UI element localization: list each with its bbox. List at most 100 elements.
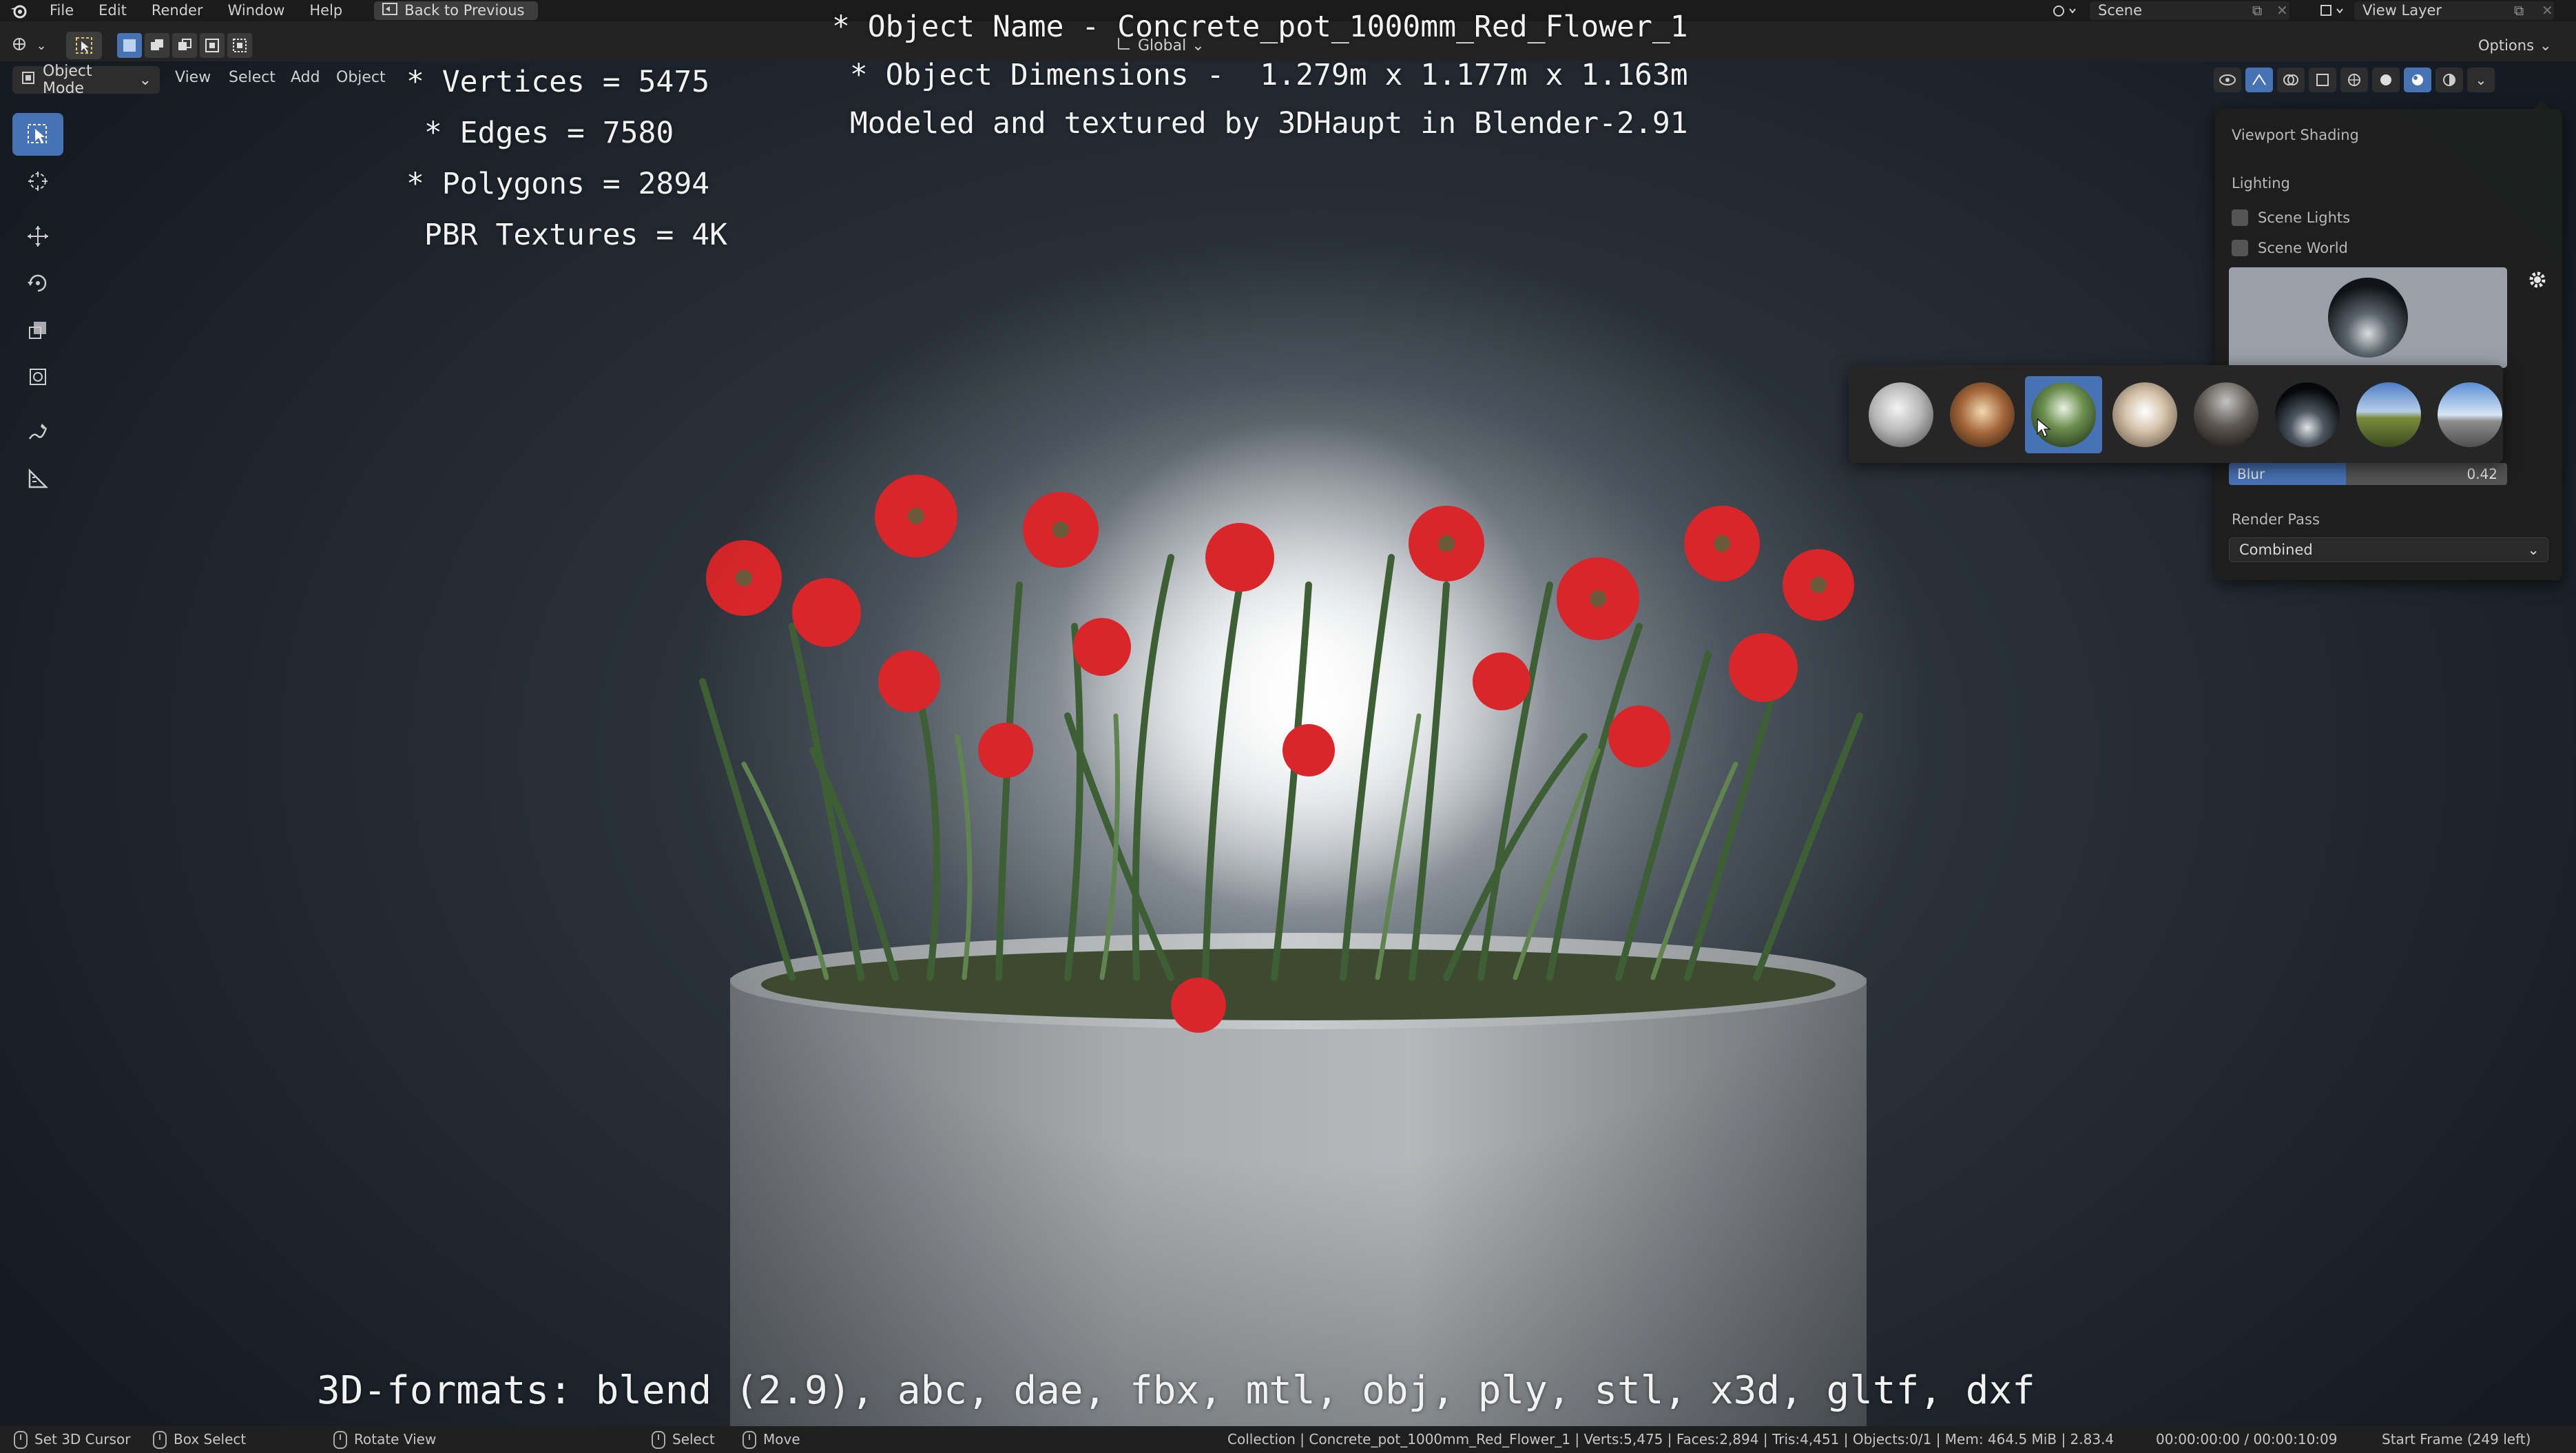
status-select: Select	[652, 1426, 715, 1453]
object-dimensions-overlay: * Object Dimensions - 1.279m x 1.177m x …	[832, 58, 1688, 92]
render-pass-label: Render Pass	[2232, 511, 2320, 528]
3d-viewport[interactable]	[0, 61, 2576, 1426]
xray-toggle-icon[interactable]	[2309, 68, 2336, 92]
move-tool-icon[interactable]	[12, 215, 63, 258]
status-set-cursor: Set 3D Cursor	[14, 1426, 130, 1453]
hdri-thumb-6[interactable]	[2269, 376, 2346, 453]
mouse-left-icon	[14, 1430, 28, 1449]
formats-overlay: 3D-formats: blend (2.9), abc, dae, fbx, …	[317, 1368, 2035, 1413]
status-frame: Start Frame (249 left)	[2382, 1431, 2531, 1447]
view-layer-delete-icon[interactable]: ✕	[2542, 1, 2562, 20]
select-mode-extend-icon[interactable]	[145, 33, 169, 58]
select-mode-subtract-icon[interactable]	[172, 33, 197, 58]
header-menu-object[interactable]: Object	[336, 69, 386, 86]
editor-type-selector[interactable]: ⌄	[8, 33, 50, 58]
blur-slider[interactable]: Blur 0.42	[2229, 463, 2507, 485]
status-info: Collection | Concrete_pot_1000mm_Red_Flo…	[1227, 1431, 2115, 1447]
popover-title: Viewport Shading	[2232, 127, 2359, 143]
hdri-preview[interactable]	[2229, 267, 2507, 368]
menu-window[interactable]: Window	[216, 0, 298, 21]
menu-render[interactable]: Render	[139, 0, 216, 21]
hdri-thumb-2[interactable]	[1944, 376, 2021, 453]
mode-label: Object Mode	[43, 63, 92, 97]
status-rotate-view: Rotate View	[333, 1426, 436, 1453]
scene-lights-label: Scene Lights	[2258, 209, 2351, 226]
credit-overlay: Modeled and textured by 3DHaupt in Blend…	[832, 106, 1688, 141]
scene-selector-icon[interactable]	[2047, 1, 2084, 20]
transform-tool-icon[interactable]	[12, 355, 63, 398]
status-move: Move	[742, 1426, 800, 1453]
gear-icon[interactable]	[2524, 266, 2551, 293]
chevron-down-icon: ⌄	[2527, 542, 2539, 558]
scene-world-label: Scene World	[2258, 240, 2348, 256]
scale-tool-icon[interactable]	[12, 309, 63, 351]
interaction-mode-select[interactable]: Object Mode ⌄	[12, 63, 160, 97]
object-name-overlay: * Object Name - Concrete_pot_1000mm_Red_…	[832, 10, 1688, 44]
hdri-thumb-7[interactable]	[2350, 376, 2427, 453]
options-dropdown[interactable]: Options ⌄	[2478, 34, 2552, 56]
hdri-thumb-4[interactable]	[2106, 376, 2183, 453]
select-tool-button[interactable]	[66, 32, 102, 59]
view-layer-selector-icon[interactable]	[2314, 1, 2351, 20]
stat-edges: * Edges = 7580	[406, 116, 674, 150]
stats-overlay: * Vertices = 5475 * Edges = 7580 * Polygo…	[406, 56, 727, 260]
select-mode-intersect-icon[interactable]	[227, 33, 252, 58]
hdri-thumb-1[interactable]	[1862, 376, 1940, 453]
gizmo-toggle-icon[interactable]	[2245, 68, 2273, 92]
hdri-thumb-8[interactable]	[2431, 376, 2509, 453]
select-mode-difference-icon[interactable]	[200, 33, 225, 58]
stat-vertices: * Vertices = 5475	[406, 65, 710, 99]
screen-back-icon	[382, 1, 398, 20]
menu-help[interactable]: Help	[297, 0, 355, 21]
scene-new-icon[interactable]: ⧉	[2252, 1, 2273, 20]
mouse-cursor-icon	[2036, 418, 2052, 441]
wireframe-shading-icon[interactable]	[2340, 68, 2368, 92]
status-box-select: Box Select	[153, 1426, 246, 1453]
menu-edit[interactable]: Edit	[86, 0, 139, 21]
scene-world-checkbox[interactable]: Scene World	[2232, 238, 2348, 258]
blender-logo-icon[interactable]	[0, 0, 37, 21]
object-visibility-icon[interactable]	[2214, 68, 2241, 92]
shading-options-chevron-icon[interactable]: ⌄	[2467, 68, 2495, 92]
status-rotate-view-label: Rotate View	[354, 1431, 437, 1447]
status-bar: Set 3D Cursor Box Select Rotate View Sel…	[0, 1426, 2576, 1453]
scene-lights-checkbox[interactable]: Scene Lights	[2232, 208, 2350, 227]
hdri-thumb-5[interactable]	[2188, 376, 2265, 453]
menu-file[interactable]: File	[37, 0, 86, 21]
overlays-toggle-icon[interactable]	[2277, 68, 2305, 92]
select-box-tool-icon[interactable]	[12, 113, 63, 156]
selection-mode-group	[117, 33, 252, 58]
back-to-previous-label: Back to Previous	[404, 2, 525, 19]
chevron-down-icon: ⌄	[36, 38, 47, 53]
mouse-drag-icon	[153, 1430, 167, 1449]
header-menu-view[interactable]: View	[175, 69, 211, 86]
mouse-right-icon	[652, 1430, 665, 1449]
rotate-tool-icon[interactable]	[12, 262, 63, 305]
view-layer-new-icon[interactable]: ⧉	[2514, 1, 2535, 20]
render-pass-select[interactable]: Combined ⌄	[2229, 537, 2548, 562]
hdri-thumb-3[interactable]	[2025, 376, 2102, 453]
tool-shelf	[12, 113, 63, 500]
lighting-section-label: Lighting	[2232, 175, 2290, 192]
rendered-shading-icon[interactable]	[2435, 68, 2463, 92]
blur-value: 0.42	[2466, 466, 2497, 482]
mouse-middle-icon	[333, 1430, 347, 1449]
header-menu-add[interactable]: Add	[291, 69, 320, 86]
material-preview-shading-icon[interactable]	[2404, 68, 2431, 92]
mouse-drag-icon	[742, 1430, 756, 1449]
3d-viewport-icon	[11, 35, 32, 56]
select-mode-new-icon[interactable]	[117, 33, 142, 58]
annotate-tool-icon[interactable]	[12, 411, 63, 453]
solid-shading-icon[interactable]	[2372, 68, 2400, 92]
scene-delete-icon[interactable]: ✕	[2276, 1, 2297, 20]
cursor-tool-icon[interactable]	[12, 160, 63, 203]
viewport-shading-popover: Viewport Shading Lighting Scene Lights S…	[2215, 101, 2562, 580]
status-set-cursor-label: Set 3D Cursor	[34, 1431, 131, 1447]
status-time: 00:00:00:00 / 00:00:10:09	[2156, 1431, 2338, 1447]
back-to-previous-button[interactable]: Back to Previous	[374, 1, 539, 20]
status-move-label: Move	[763, 1431, 800, 1447]
blur-label: Blur	[2237, 466, 2265, 482]
header-menu-select[interactable]: Select	[229, 69, 276, 86]
stat-polygons: * Polygons = 2894	[406, 167, 710, 201]
measure-tool-icon[interactable]	[12, 457, 63, 500]
